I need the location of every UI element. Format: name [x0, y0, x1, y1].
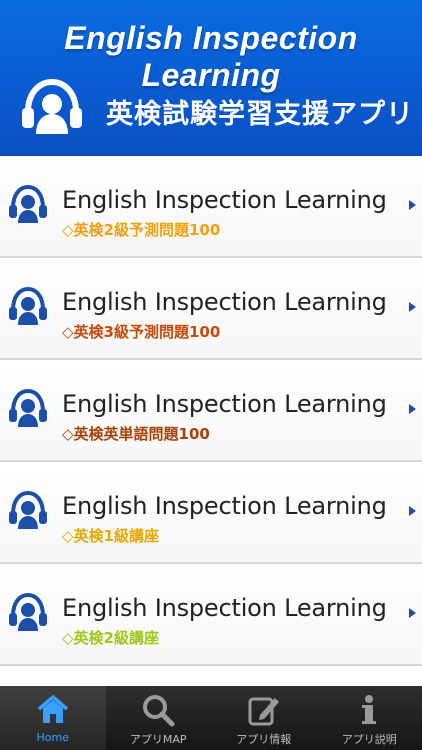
list-item[interactable]: English Inspection Learning ◇英検英単語問題100	[0, 360, 422, 462]
tab-label: アプリ情報	[236, 733, 292, 746]
list-item-subtitle: ◇英検1級講座	[62, 527, 159, 545]
list-item[interactable]: English Inspection Learning ◇英検2級予測問題100	[0, 156, 422, 258]
list-item-title: English Inspection Learning	[62, 492, 387, 520]
tab-app-map[interactable]: アプリMAP	[106, 686, 212, 750]
list-item-title: English Inspection Learning	[62, 594, 387, 622]
list-item-title: English Inspection Learning	[62, 186, 387, 214]
headphones-person-icon	[9, 388, 47, 427]
list-item-subtitle: ◇英検3級予測問題100	[62, 323, 221, 341]
list-item-subtitle: ◇英検2級予測問題100	[62, 221, 221, 239]
headphones-person-icon	[9, 286, 47, 325]
chevron-right-icon	[409, 200, 416, 210]
tab-app-description[interactable]: アプリ説明	[317, 686, 422, 750]
edit-icon	[248, 697, 279, 726]
home-icon	[37, 695, 68, 723]
list-item[interactable]: English Inspection Learning ◇英検3級予測問題100	[0, 258, 422, 360]
tab-bar: Home アプリMAP アプリ情報 アプリ説明	[0, 686, 422, 750]
app-subtitle: 英検試験学習支援アプリ	[106, 99, 414, 130]
list-item-title: English Inspection Learning	[62, 288, 387, 316]
tab-label: Home	[36, 731, 69, 744]
headphones-person-icon	[9, 184, 47, 223]
list-item[interactable]: English Inspection Learning ◇英検2級講座	[0, 564, 422, 666]
list-item-subtitle: ◇英検英単語問題100	[62, 425, 210, 443]
tab-label: アプリMAP	[129, 733, 187, 746]
tab-home[interactable]: Home	[0, 686, 106, 750]
list-item-title: English Inspection Learning	[62, 390, 387, 418]
tab-app-info[interactable]: アプリ情報	[211, 686, 317, 750]
chevron-right-icon	[409, 506, 416, 516]
chevron-right-icon	[409, 608, 416, 618]
app-header: English Inspection Learning 英検試験学習支援アプリ	[0, 0, 422, 156]
chevron-right-icon	[409, 404, 416, 414]
list-item-subtitle: ◇英検2級講座	[62, 629, 159, 647]
headphones-person-icon	[9, 490, 47, 529]
chevron-right-icon	[409, 302, 416, 312]
headphones-person-icon	[22, 78, 82, 134]
info-icon	[362, 695, 377, 724]
list-item[interactable]: English Inspection Learning ◇英検1級講座	[0, 462, 422, 564]
headphones-person-icon	[9, 592, 47, 631]
tab-label: アプリ説明	[341, 733, 397, 746]
search-icon	[143, 695, 175, 727]
course-list: English Inspection Learning ◇英検2級予測問題100…	[0, 156, 422, 666]
